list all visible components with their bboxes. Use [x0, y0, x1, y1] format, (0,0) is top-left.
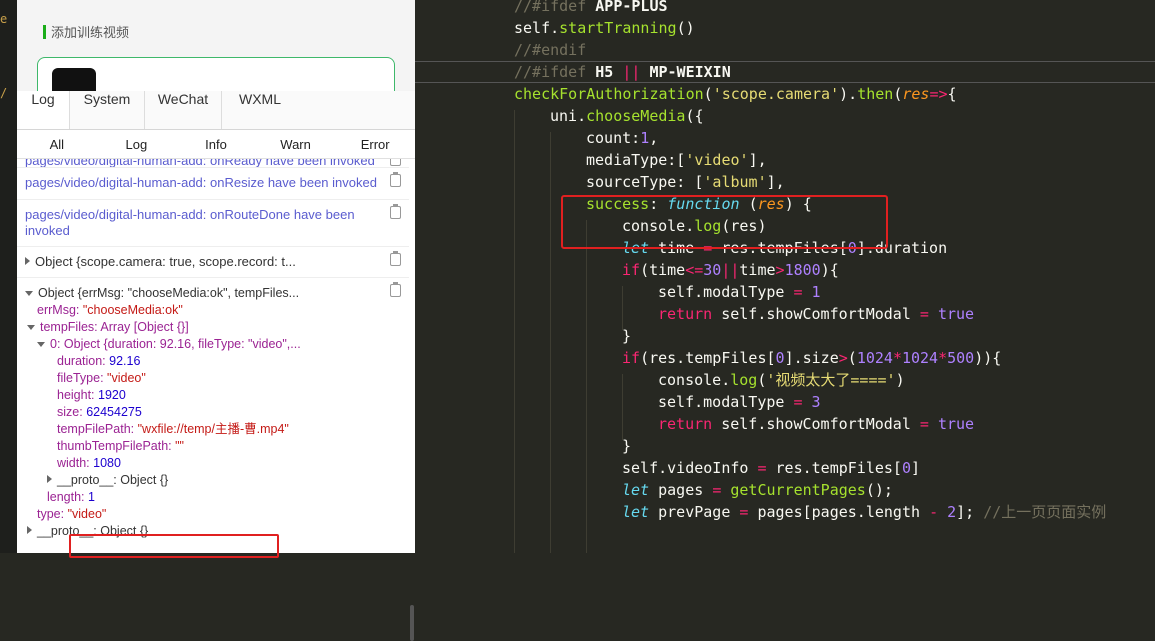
expand-icon[interactable] [25, 257, 30, 265]
indent-guide [622, 374, 623, 440]
expand-icon[interactable] [27, 526, 32, 534]
code-line: return self.showComfortModal = true [658, 305, 975, 323]
code-line: self.modalType = 1 [658, 283, 821, 301]
tab-system[interactable]: System [70, 91, 145, 129]
code-editor[interactable]: //#ifdef APP-PLUS self.startTranning() /… [415, 0, 1155, 553]
tab-wxml[interactable]: WXML [222, 91, 298, 129]
tab-wechat[interactable]: WeChat [145, 91, 222, 129]
code-line: return self.showComfortModal = true [658, 415, 975, 433]
tab-log[interactable]: Log [17, 91, 70, 129]
code-line: count:1, [586, 129, 659, 147]
log-list: pages/video/digital-human-add: onReady h… [17, 159, 409, 553]
copy-icon[interactable] [390, 251, 401, 266]
indent-guide [550, 132, 551, 553]
code-line: sourceType: ['album'], [586, 173, 785, 191]
annotation-box-thumb [69, 534, 279, 558]
collapse-icon[interactable] [25, 291, 33, 296]
code-line: mediaType:['video'], [586, 151, 767, 169]
log-entry: pages/video/digital-human-add: onRouteDo… [17, 200, 409, 247]
section-title: 添加训练视频 [43, 22, 129, 41]
copy-icon[interactable] [390, 159, 401, 166]
copy-icon[interactable] [390, 172, 401, 187]
code-line: } [622, 437, 632, 455]
indent-guide [622, 286, 623, 330]
left-gutter: e / [0, 0, 17, 553]
code-line: self.videoInfo = res.tempFiles[0] [622, 459, 921, 477]
collapse-icon[interactable] [27, 325, 35, 330]
log-entry-object-expanded[interactable]: Object {errMsg: "chooseMedia:ok", tempFi… [17, 278, 409, 540]
gutter-glyph: e [0, 12, 8, 26]
code-line: //#endif [514, 41, 587, 59]
devtools-console: Log System WeChat WXML All Log Info Warn… [17, 91, 416, 641]
filter-log[interactable]: Log [97, 137, 177, 152]
simulator-page: 添加训练视频 [17, 0, 415, 119]
code-line: checkForAuthorization('scope.camera').th… [514, 85, 957, 103]
code-line: //#ifdef APP-PLUS [514, 0, 668, 15]
collapse-icon[interactable] [37, 342, 45, 347]
indent-guide [514, 110, 515, 553]
gutter-glyph: / [0, 86, 8, 100]
copy-icon[interactable] [390, 282, 401, 297]
code-line: //#ifdef H5 || MP-WEIXIN [514, 63, 731, 81]
log-entry-object[interactable]: Object {scope.camera: true, scope.record… [17, 247, 409, 278]
console-scrollbar[interactable] [410, 605, 414, 641]
code-line: uni.chooseMedia({ [550, 107, 704, 125]
code-line: console.log('视频太大了====') [658, 371, 905, 389]
code-line: let prevPage = pages[pages.length - 2]; … [622, 503, 1107, 521]
expand-icon[interactable] [47, 475, 52, 483]
console-tabs: Log System WeChat WXML [17, 91, 415, 130]
annotation-box-success [561, 195, 888, 249]
code-line: } [622, 327, 632, 345]
code-line: self.modalType = 3 [658, 393, 821, 411]
code-line: if(time<=30||time>1800){ [622, 261, 839, 279]
code-line: if(res.tempFiles[0].size>(1024*1024*500)… [622, 349, 1002, 367]
code-line: let pages = getCurrentPages(); [622, 481, 893, 499]
log-entry: pages/video/digital-human-add: onResize … [17, 168, 409, 200]
log-level-filters: All Log Info Warn Error [17, 130, 415, 159]
filter-warn[interactable]: Warn [256, 137, 336, 152]
indent-guide [586, 220, 587, 553]
log-entry: pages/video/digital-human-add: onReady h… [17, 159, 409, 168]
copy-icon[interactable] [390, 204, 401, 219]
code-line: self.startTranning() [514, 19, 695, 37]
filter-info[interactable]: Info [176, 137, 256, 152]
filter-all[interactable]: All [17, 137, 97, 152]
filter-error[interactable]: Error [335, 137, 415, 152]
